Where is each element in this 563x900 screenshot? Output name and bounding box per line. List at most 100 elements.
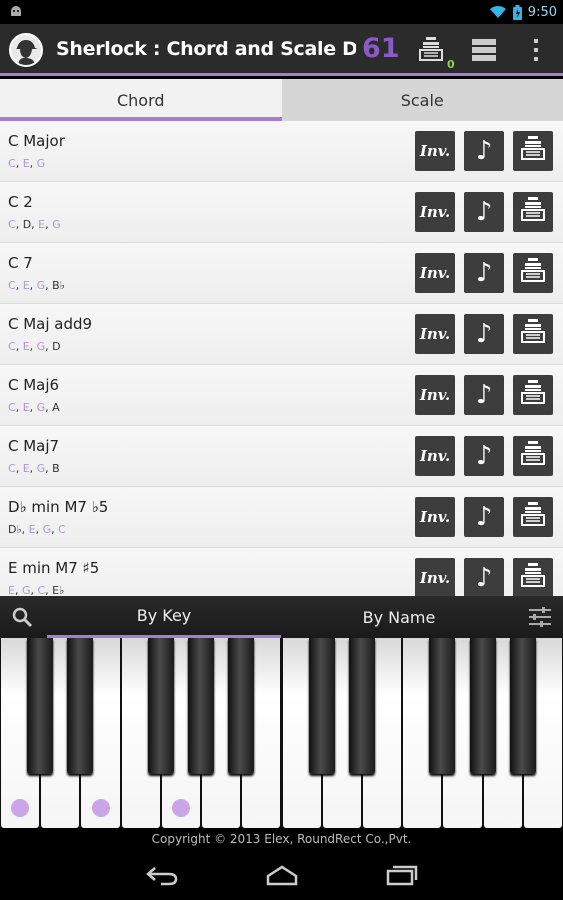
android-debug-icon bbox=[11, 6, 21, 16]
note-label: A bbox=[52, 401, 60, 414]
black-key[interactable] bbox=[228, 638, 255, 774]
inversion-button[interactable]: Inv. bbox=[415, 375, 455, 415]
list-icon[interactable] bbox=[470, 36, 498, 64]
note-label: C bbox=[8, 340, 16, 353]
play-button[interactable]: ♪ bbox=[464, 558, 504, 596]
recent-apps-icon[interactable] bbox=[385, 864, 419, 886]
add-to-stack-button[interactable] bbox=[513, 131, 553, 171]
chord-name: C Maj add9 bbox=[8, 315, 93, 333]
inversion-button[interactable]: Inv. bbox=[415, 131, 455, 171]
piano-panel: By Key By Name bbox=[0, 596, 563, 828]
inversion-button[interactable]: Inv. bbox=[415, 436, 455, 476]
play-button[interactable]: ♪ bbox=[464, 131, 504, 171]
music-note-icon: ♪ bbox=[475, 197, 493, 227]
note-label: E bbox=[28, 523, 36, 536]
pressed-key-marker bbox=[171, 799, 190, 817]
black-key[interactable] bbox=[67, 638, 94, 774]
tab-by-key[interactable]: By Key bbox=[47, 596, 281, 638]
chord-stack-icon[interactable] bbox=[417, 36, 445, 64]
add-to-stack-button[interactable] bbox=[513, 375, 553, 415]
chord-count: 61 bbox=[362, 33, 400, 64]
search-icon[interactable] bbox=[10, 605, 34, 629]
chord-row[interactable]: C 7 C, E, G, B♭ Inv. ♪ bbox=[0, 243, 563, 304]
chord-stack-icon bbox=[519, 135, 547, 167]
chord-notes: C, E, G bbox=[8, 157, 46, 170]
note-label: E bbox=[22, 340, 30, 353]
chord-list[interactable]: C Major C, E, G Inv. ♪ C 2 C, D, E, G Inv. ♪ C 7… bbox=[0, 121, 563, 596]
chord-row[interactable]: D♭ min M7 ♭5 D♭, E, G, C Inv. ♪ bbox=[0, 487, 563, 548]
wifi-icon bbox=[489, 5, 506, 18]
tab-scale[interactable]: Scale bbox=[282, 79, 563, 121]
chord-stack-icon bbox=[519, 379, 547, 411]
black-key[interactable] bbox=[429, 638, 456, 774]
inversion-button[interactable]: Inv. bbox=[415, 497, 455, 537]
black-key[interactable] bbox=[147, 638, 174, 774]
chord-stack-icon bbox=[519, 318, 547, 350]
note-label: G bbox=[36, 401, 46, 414]
note-label: D bbox=[22, 218, 32, 231]
chord-notes: C, E, G, B bbox=[8, 462, 60, 475]
note-label: E bbox=[22, 401, 30, 414]
play-button[interactable]: ♪ bbox=[464, 253, 504, 293]
black-key[interactable] bbox=[308, 638, 335, 774]
chord-stack-icon bbox=[519, 196, 547, 228]
battery-icon bbox=[512, 4, 522, 20]
play-button[interactable]: ♪ bbox=[464, 314, 504, 354]
inversion-button[interactable]: Inv. bbox=[415, 558, 455, 596]
black-key[interactable] bbox=[348, 638, 375, 774]
music-note-icon: ♪ bbox=[475, 441, 493, 471]
tab-chord[interactable]: Chord bbox=[0, 79, 282, 121]
note-label: B bbox=[52, 462, 60, 475]
black-key[interactable] bbox=[509, 638, 536, 774]
black-key[interactable] bbox=[469, 638, 496, 774]
play-button[interactable]: ♪ bbox=[464, 436, 504, 476]
settings-sliders-icon[interactable] bbox=[527, 605, 553, 629]
chord-notes: C, E, G, D bbox=[8, 340, 61, 353]
add-to-stack-button[interactable] bbox=[513, 558, 553, 596]
sherlock-app-icon[interactable] bbox=[9, 33, 43, 67]
navigation-bar bbox=[0, 850, 563, 900]
tab-by-name[interactable]: By Name bbox=[282, 596, 516, 638]
add-to-stack-button[interactable] bbox=[513, 314, 553, 354]
add-to-stack-button[interactable] bbox=[513, 436, 553, 476]
note-label: G bbox=[36, 157, 46, 170]
chord-row[interactable]: C Maj6 C, E, G, A Inv. ♪ bbox=[0, 365, 563, 426]
chord-stack-icon bbox=[519, 501, 547, 533]
chord-notes: C, E, G, B♭ bbox=[8, 279, 65, 292]
detective-silhouette-icon bbox=[16, 40, 38, 65]
chord-row[interactable]: C Major C, E, G Inv. ♪ bbox=[0, 121, 563, 182]
mode-tabs: Chord Scale bbox=[0, 79, 563, 121]
back-icon[interactable] bbox=[145, 864, 179, 886]
play-button[interactable]: ♪ bbox=[464, 375, 504, 415]
note-label: C bbox=[8, 157, 16, 170]
chord-name: D♭ min M7 ♭5 bbox=[8, 498, 109, 516]
chord-stack-icon bbox=[519, 440, 547, 472]
chord-row[interactable]: E min M7 ♯5 E, G, C, E♭ Inv. ♪ bbox=[0, 548, 563, 596]
note-label: G bbox=[52, 218, 61, 231]
chord-row[interactable]: C Maj add9 C, E, G, D Inv. ♪ bbox=[0, 304, 563, 365]
play-button[interactable]: ♪ bbox=[464, 497, 504, 537]
copyright-footer: Copyright © 2013 Elex, RoundRect Co.,Pvt… bbox=[0, 828, 563, 850]
add-to-stack-button[interactable] bbox=[513, 192, 553, 232]
play-button[interactable]: ♪ bbox=[464, 192, 504, 232]
add-to-stack-button[interactable] bbox=[513, 253, 553, 293]
chord-notes: C, E, G, A bbox=[8, 401, 60, 414]
add-to-stack-button[interactable] bbox=[513, 497, 553, 537]
inversion-button[interactable]: Inv. bbox=[415, 253, 455, 293]
piano-keyboard[interactable] bbox=[0, 638, 563, 828]
inversion-button[interactable]: Inv. bbox=[415, 314, 455, 354]
chord-row[interactable]: C 2 C, D, E, G Inv. ♪ bbox=[0, 182, 563, 243]
home-icon[interactable] bbox=[265, 864, 299, 886]
inversion-button[interactable]: Inv. bbox=[415, 192, 455, 232]
black-key[interactable] bbox=[27, 638, 54, 774]
note-label: E bbox=[8, 584, 15, 596]
black-key[interactable] bbox=[188, 638, 215, 774]
note-label: C bbox=[8, 279, 16, 292]
chord-name: C 2 bbox=[8, 193, 33, 211]
chord-notes: E, G, C, E♭ bbox=[8, 584, 65, 596]
note-label: D♭ bbox=[8, 523, 22, 536]
note-label: D bbox=[52, 340, 61, 353]
chord-row[interactable]: C Maj7 C, E, G, B Inv. ♪ bbox=[0, 426, 563, 487]
music-note-icon: ♪ bbox=[475, 319, 493, 349]
overflow-menu-icon[interactable] bbox=[522, 36, 550, 64]
